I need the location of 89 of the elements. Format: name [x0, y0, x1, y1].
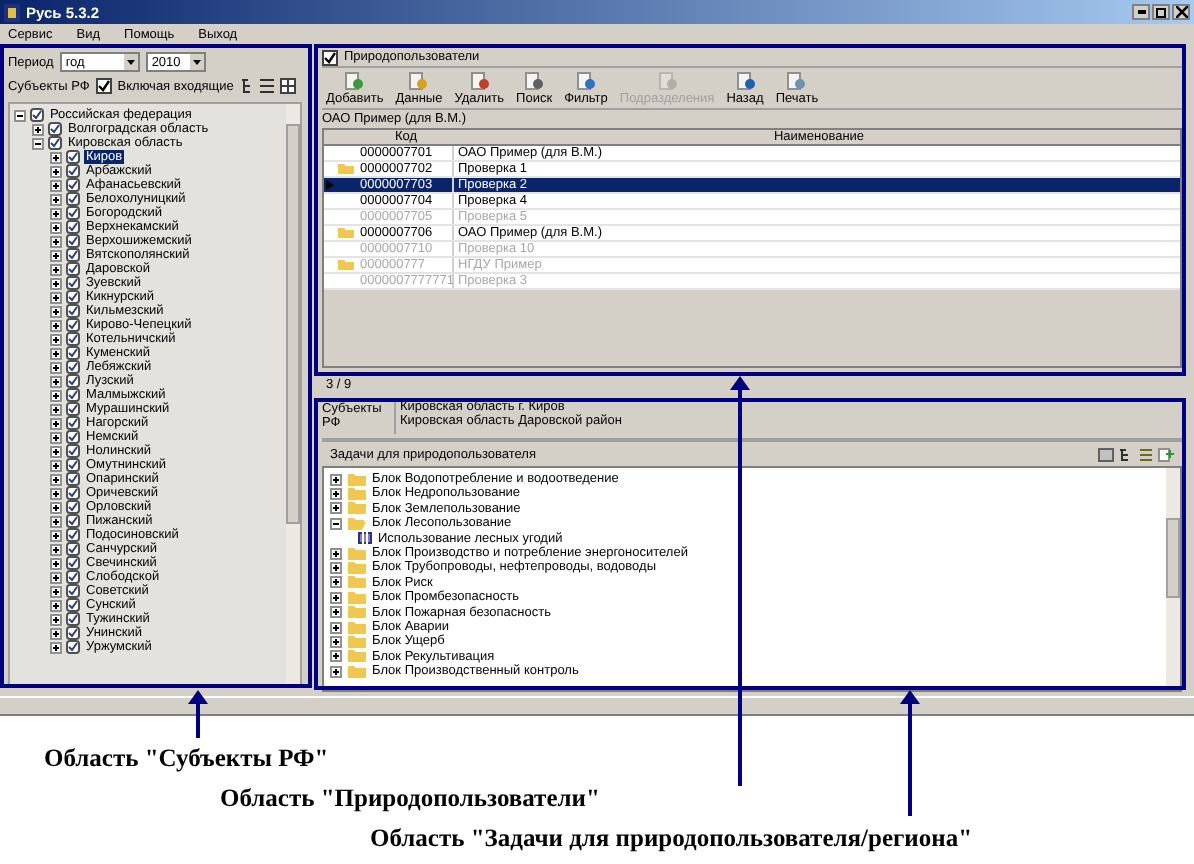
- expander-icon[interactable]: [50, 501, 62, 513]
- scrollbar[interactable]: [286, 104, 300, 686]
- annotation-caption: Область "Субъекты РФ": [44, 744, 329, 772]
- expander-icon[interactable]: [50, 515, 62, 527]
- expander-icon[interactable]: [330, 591, 342, 604]
- expander-icon[interactable]: [50, 599, 62, 611]
- expander-icon[interactable]: [330, 517, 342, 530]
- document-icon: [575, 72, 596, 90]
- expander-icon[interactable]: [50, 459, 62, 471]
- checkbox[interactable]: [95, 78, 112, 94]
- expander-icon[interactable]: [330, 562, 342, 575]
- expander-icon[interactable]: [50, 585, 62, 597]
- close-icon: [1175, 6, 1187, 18]
- expander-icon[interactable]: [50, 389, 62, 401]
- scrollbar-thumb[interactable]: [286, 124, 300, 524]
- grid-icon[interactable]: [279, 78, 296, 94]
- expander-icon[interactable]: [32, 123, 44, 135]
- restore-icon: [1156, 7, 1166, 17]
- dropdown-arrow-icon: [123, 54, 138, 70]
- expander-icon[interactable]: [50, 193, 62, 205]
- expander-icon[interactable]: [50, 571, 62, 583]
- arrow: [188, 690, 208, 738]
- list-icon[interactable]: [259, 78, 274, 94]
- expander-icon[interactable]: [50, 151, 62, 163]
- expander-icon[interactable]: [50, 165, 62, 177]
- expander-icon[interactable]: [330, 665, 342, 678]
- expander-icon[interactable]: [50, 347, 62, 359]
- expander-icon[interactable]: [50, 291, 62, 303]
- expander-icon[interactable]: [50, 375, 62, 387]
- expander-icon[interactable]: [50, 529, 62, 541]
- annotation-caption: Область "Природопользователи": [220, 784, 600, 812]
- expander-icon[interactable]: [50, 221, 62, 233]
- restore-button[interactable]: [1152, 4, 1170, 20]
- expander-icon[interactable]: [50, 431, 62, 443]
- expander-icon[interactable]: [50, 263, 62, 275]
- row-pointer-icon: [326, 180, 334, 190]
- expander-icon[interactable]: [330, 650, 342, 663]
- table-icon: [358, 532, 372, 545]
- region-icon: [30, 108, 44, 122]
- expander-icon[interactable]: [330, 576, 342, 589]
- document-icon: [524, 72, 545, 90]
- expander-icon[interactable]: [330, 606, 342, 619]
- document-icon: [786, 72, 807, 90]
- document-icon: [735, 72, 755, 90]
- close-button[interactable]: [1172, 4, 1190, 20]
- expander-icon[interactable]: [50, 627, 62, 639]
- checkbox[interactable]: [322, 49, 338, 65]
- document-icon: [344, 72, 365, 90]
- expander-icon[interactable]: [50, 445, 62, 457]
- expander-icon[interactable]: [50, 333, 62, 345]
- expander-icon[interactable]: [50, 361, 62, 373]
- app-icon: [4, 3, 20, 21]
- scrollbar[interactable]: [1166, 468, 1180, 690]
- expander-icon[interactable]: [14, 109, 26, 121]
- minimize-icon: [1137, 10, 1145, 14]
- expander-icon[interactable]: [330, 635, 342, 648]
- arrow: [900, 690, 920, 816]
- dropdown-arrow-icon: [189, 54, 204, 70]
- expander-icon[interactable]: [50, 473, 62, 485]
- expander-icon[interactable]: [330, 473, 342, 486]
- document-icon: [469, 72, 490, 90]
- add-icon[interactable]: [1158, 447, 1174, 461]
- expander-icon[interactable]: [50, 543, 62, 555]
- expander-icon[interactable]: [32, 137, 44, 149]
- expander-icon[interactable]: [50, 277, 62, 289]
- minimize-button[interactable]: [1132, 4, 1150, 20]
- expander-icon[interactable]: [50, 417, 62, 429]
- document-icon: [408, 72, 429, 90]
- expander-icon[interactable]: [50, 613, 62, 625]
- list-icon[interactable]: [1138, 447, 1154, 461]
- expander-icon[interactable]: [50, 179, 62, 191]
- scrollbar-thumb[interactable]: [1166, 518, 1180, 598]
- tree-icon[interactable]: [1118, 447, 1134, 461]
- expander-icon[interactable]: [330, 502, 342, 515]
- expander-icon[interactable]: [330, 547, 342, 560]
- expander-icon[interactable]: [50, 641, 62, 653]
- expander-icon[interactable]: [50, 557, 62, 569]
- expander-icon[interactable]: [50, 305, 62, 317]
- expander-icon[interactable]: [50, 235, 62, 247]
- expander-icon[interactable]: [50, 249, 62, 261]
- tree-icon[interactable]: [239, 78, 254, 94]
- expander-icon[interactable]: [50, 207, 62, 219]
- expander-icon[interactable]: [330, 621, 342, 634]
- expander-icon[interactable]: [50, 403, 62, 415]
- annotation-caption: Область "Задачи для природопользователя/региона": [370, 824, 973, 852]
- expander-icon[interactable]: [330, 488, 342, 501]
- document-icon: [657, 72, 678, 90]
- expander-icon[interactable]: [50, 487, 62, 499]
- expander-icon[interactable]: [50, 319, 62, 331]
